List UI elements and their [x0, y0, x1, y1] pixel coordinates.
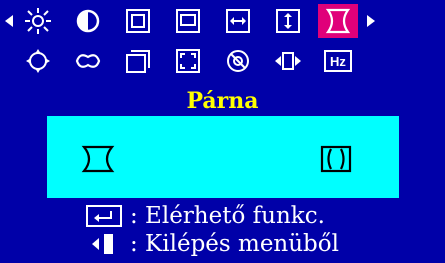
osd-menu: Hz Párna : Elérhető funkc. : Kilépés men…	[0, 0, 445, 257]
osd-icon-bar: Hz	[0, 0, 445, 92]
recall-icon[interactable]	[118, 44, 158, 78]
h-size-icon[interactable]	[118, 4, 158, 38]
h-position-icon[interactable]	[218, 4, 258, 38]
pincushion-panel	[47, 116, 399, 198]
enter-hint-label: : Elérhető funkc.	[130, 203, 325, 229]
exit-hint-label: : Kilépés menüből	[130, 231, 339, 257]
pincushion-icon[interactable]	[318, 4, 358, 38]
degauss-icon[interactable]	[218, 44, 258, 78]
nav-left-arrow-icon[interactable]	[0, 4, 18, 38]
color-icon[interactable]	[68, 44, 108, 78]
nav-right-arrow-icon[interactable]	[362, 4, 380, 38]
svg-text:Hz: Hz	[330, 54, 346, 69]
pincushion-outward-icon[interactable]	[319, 144, 353, 174]
v-size-icon[interactable]	[168, 4, 208, 38]
page-title: Párna	[186, 88, 259, 114]
v-position-icon[interactable]	[268, 4, 308, 38]
contrast-icon[interactable]	[68, 4, 108, 38]
pincushion-inward-icon[interactable]	[81, 144, 115, 174]
position-icon[interactable]	[18, 44, 58, 78]
exit-tab-icon[interactable]	[268, 44, 308, 78]
exit-icon	[90, 232, 120, 263]
frequency-icon[interactable]: Hz	[318, 44, 358, 78]
zoom-icon[interactable]	[168, 44, 208, 78]
brightness-icon[interactable]	[18, 4, 58, 38]
enter-key-icon	[86, 205, 122, 234]
